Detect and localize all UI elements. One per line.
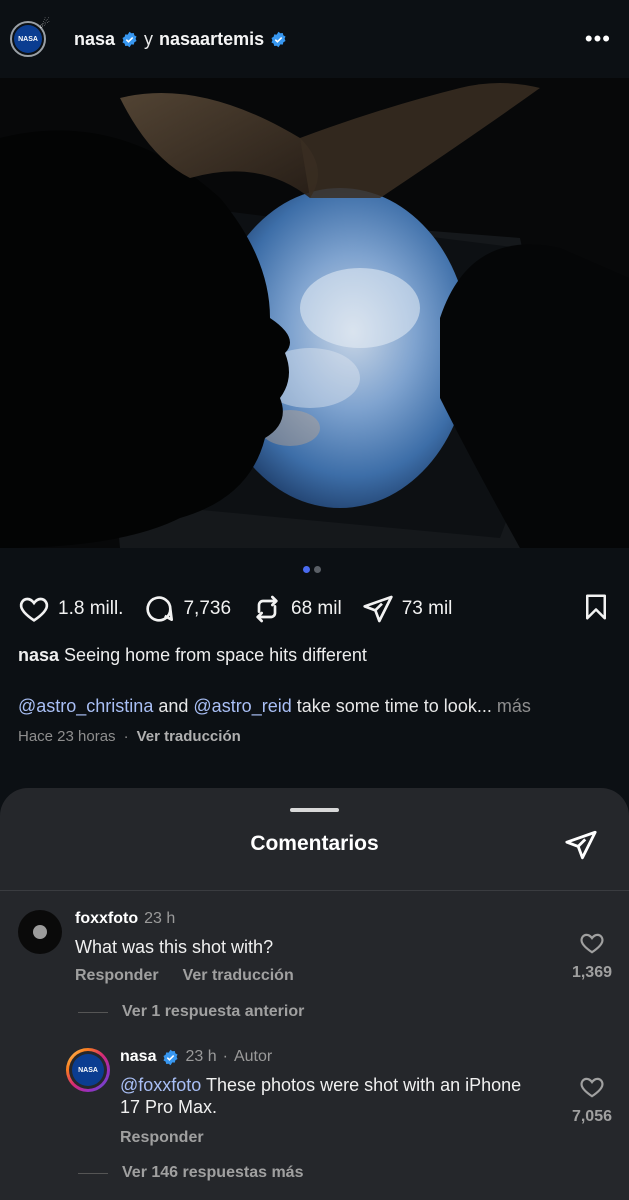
comment-header: foxxfoto 23 h [75, 910, 175, 928]
astronaut-badge-icon: ☄ [39, 17, 50, 31]
comment-username[interactable]: foxxfoto [75, 910, 138, 928]
sheet-divider [0, 890, 629, 891]
carousel-indicator [303, 566, 321, 573]
repost-icon [256, 595, 278, 623]
mention-link[interactable]: @astro_christina [18, 696, 153, 716]
thread-line [78, 1172, 108, 1174]
comments-sheet: Comentarios foxxfoto 23 h What was this … [0, 788, 629, 1200]
nasa-avatar[interactable]: NASA ☄ [10, 17, 50, 57]
caption-continued: @astro_christina and @astro_reid take so… [18, 696, 531, 717]
view-more-label: Ver 146 respuestas más [122, 1164, 304, 1181]
post-header: NASA ☄ nasa y nasaartemis ••• [0, 0, 629, 78]
send-icon[interactable] [564, 828, 598, 862]
reply-username[interactable]: nasa [120, 1048, 156, 1066]
like-button[interactable]: 1.8 mill. [18, 593, 123, 625]
heart-icon [580, 1077, 604, 1098]
reply-button[interactable]: Responder [75, 967, 159, 985]
share-count: 73 mil [401, 598, 453, 619]
reply-mention[interactable]: @foxxfoto [120, 1075, 201, 1095]
verified-badge-icon [271, 31, 286, 47]
view-previous-label: Ver 1 respuesta anterior [122, 1003, 305, 1020]
reply-item: NASA nasa 23 h · Autor @foxxfoto These p… [66, 1048, 618, 1158]
comment-actions: Responder Ver traducción [75, 967, 294, 985]
nasa-logo: NASA [14, 25, 42, 53]
heart-icon [19, 597, 49, 622]
moon-icon [33, 925, 47, 939]
post-meta: Hace 23 horas · Ver traducción [18, 728, 241, 745]
heart-icon [580, 933, 604, 954]
comment-count: 7,736 [183, 598, 232, 619]
reply-dot: · [222, 1048, 228, 1065]
comment-item: foxxfoto 23 h What was this shot with? R… [18, 910, 618, 1000]
mention-link[interactable]: @astro_reid [193, 696, 291, 716]
astronaut-window-earth-illustration [0, 78, 629, 548]
bookmark-icon [586, 594, 606, 619]
reply-like-button[interactable]: 7,056 [572, 1074, 612, 1126]
comment-button[interactable]: 7,736 [143, 593, 231, 625]
carousel-dot-active [303, 566, 310, 573]
sheet-drag-handle[interactable] [290, 808, 339, 812]
post-caption: nasa Seeing home from space hits differe… [18, 645, 367, 666]
repost-button[interactable]: 68 mil [251, 593, 342, 625]
comment-time: 23 h [144, 910, 176, 927]
like-count: 1.8 mill. [58, 598, 124, 619]
comment-like-count: 1,369 [571, 964, 612, 981]
author-username[interactable]: nasa [74, 29, 115, 50]
author-tag: Autor [233, 1048, 273, 1065]
reply-like-count: 7,056 [571, 1108, 612, 1125]
reply-header: nasa 23 h · Autor [120, 1048, 272, 1066]
comment-text: What was this shot with? [75, 937, 274, 957]
nasa-logo: NASA [72, 1054, 104, 1086]
send-icon [363, 595, 393, 623]
more-options-icon[interactable]: ••• [585, 28, 611, 50]
sheet-title: Comentarios [250, 832, 379, 855]
view-more-replies[interactable]: Ver 146 respuestas más [78, 1164, 303, 1182]
story-ring: NASA [69, 1051, 107, 1089]
repost-count: 68 mil [291, 598, 342, 619]
collab-conjunction: y [144, 28, 154, 49]
action-bar: 1.8 mill. 7,736 68 mil 73 mil [18, 590, 611, 628]
commenter-avatar[interactable] [18, 910, 62, 954]
share-button[interactable]: 73 mil [362, 593, 453, 625]
reply-reply-button[interactable]: Responder [120, 1129, 204, 1147]
comment-icon [146, 596, 174, 622]
verified-badge-icon [163, 1049, 178, 1065]
verified-badge-icon [122, 31, 137, 47]
more-link[interactable]: más [497, 696, 531, 716]
reply-text: @foxxfoto These photos were shot with an… [120, 1074, 530, 1118]
collab-username[interactable]: nasaartemis [159, 29, 264, 50]
post-time: Hace 23 horas [18, 728, 116, 745]
post-authors: nasa y nasaartemis [74, 29, 287, 50]
comment-like-button[interactable]: 1,369 [572, 930, 612, 982]
caption-and: and [158, 696, 189, 716]
save-button[interactable] [581, 592, 611, 627]
caption-username[interactable]: nasa [18, 645, 59, 665]
caption-rest: take some time to look... [296, 696, 492, 716]
nasa-reply-avatar[interactable]: NASA [66, 1048, 110, 1092]
post-image[interactable] [0, 78, 629, 548]
translate-button[interactable]: Ver traducción [183, 967, 294, 985]
meta-separator: · [123, 728, 129, 745]
carousel-dot [314, 566, 321, 573]
reply-time: 23 h [185, 1048, 217, 1065]
thread-line [78, 1011, 108, 1013]
caption-text: Seeing home from space hits different [64, 645, 367, 665]
translate-link[interactable]: Ver traducción [137, 728, 241, 745]
view-previous-replies[interactable]: Ver 1 respuesta anterior [78, 1003, 304, 1021]
